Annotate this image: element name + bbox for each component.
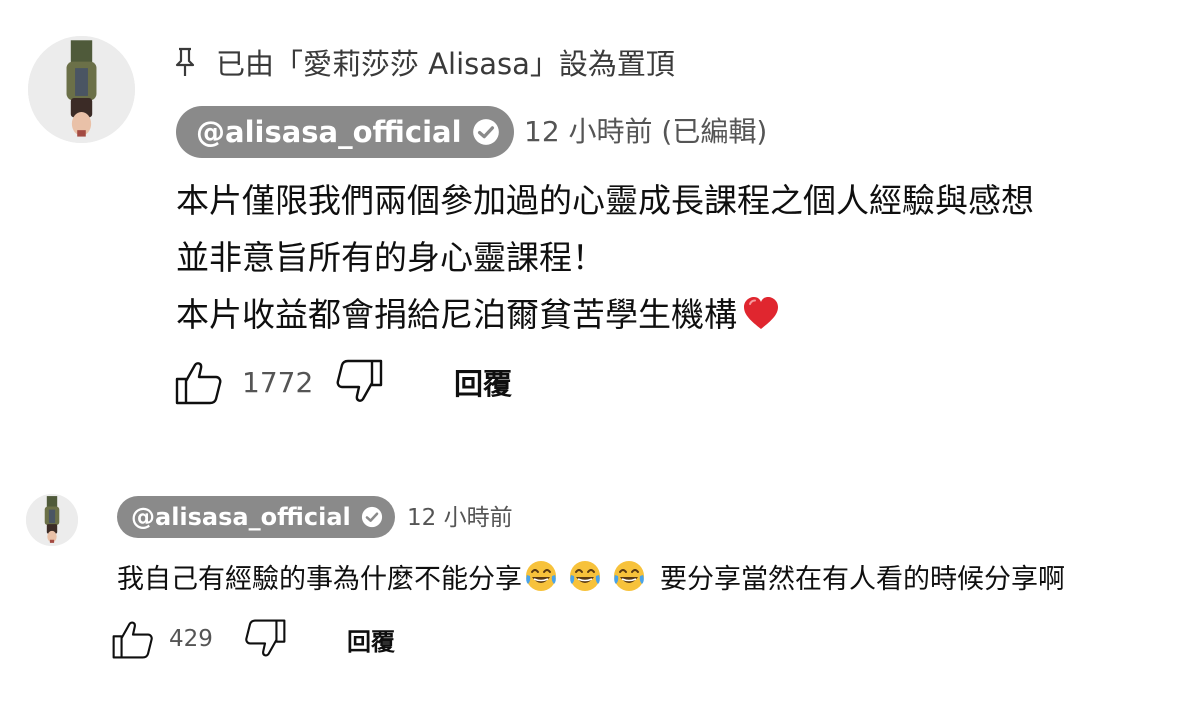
reply-button[interactable]: 回覆 xyxy=(454,361,512,403)
tears-of-joy-emoji xyxy=(570,561,600,591)
tears-of-joy-emoji xyxy=(526,561,556,591)
comment-line-with-emoji: 本片收益都會捐給尼泊爾貧苦學生機構 xyxy=(176,286,1034,343)
comment-line: 本片僅限我們兩個參加過的心靈成長課程之個人經驗與感想 xyxy=(176,181,1034,220)
like-count: 429 xyxy=(169,626,213,652)
comment-timestamp[interactable]: 12 小時前 (已編輯) xyxy=(524,110,767,154)
comment-line: 並非意旨所有的身心靈課程！ xyxy=(176,238,605,277)
comment-timestamp[interactable]: 12 小時前 xyxy=(407,498,513,538)
like-count: 1772 xyxy=(242,365,314,399)
comments-section: 已由「愛莉莎莎 Alisasa」設為置頂 @alisasa_official 1… xyxy=(0,0,1200,707)
author-name: @alisasa_official xyxy=(196,115,462,149)
thumb-down-icon[interactable] xyxy=(243,617,287,661)
avatar[interactable] xyxy=(26,494,78,546)
comment-text-after: 要分享當然在有人看的時候分享啊 xyxy=(660,563,1065,595)
comment-text: 本片僅限我們兩個參加過的心靈成長課程之個人經驗與感想 並非意旨所有的身心靈課程！… xyxy=(176,172,1034,343)
comment-actions: 429 回覆 xyxy=(111,615,395,663)
author-name: @alisasa_official xyxy=(131,503,351,531)
avatar-photo xyxy=(28,36,135,143)
comment-text-before: 我自己有經驗的事為什麼不能分享 xyxy=(117,563,522,595)
comment-line: 本片收益都會捐給尼泊爾貧苦學生機構 xyxy=(176,295,737,334)
thumb-up-icon[interactable] xyxy=(111,617,155,661)
avatar-photo xyxy=(26,494,78,546)
red-heart-emoji xyxy=(744,297,778,329)
verified-check-icon xyxy=(472,119,499,145)
pin-icon xyxy=(175,47,195,76)
author-chip[interactable]: @alisasa_official xyxy=(117,496,395,538)
avatar[interactable] xyxy=(28,36,135,143)
thumb-up-icon[interactable] xyxy=(174,357,224,407)
comment-text: 我自己有經驗的事為什麼不能分享 要分享當然在有人看的時候分享啊 xyxy=(117,551,1065,601)
pinned-notice: 已由「愛莉莎莎 Alisasa」設為置頂 xyxy=(174,40,675,84)
thumb-down-icon[interactable] xyxy=(334,357,384,407)
verified-check-icon xyxy=(361,506,382,528)
comment-actions: 1772 回覆 xyxy=(174,356,512,408)
pinned-text: 已由「愛莉莎莎 Alisasa」設為置頂 xyxy=(216,47,675,81)
reply-button[interactable]: 回覆 xyxy=(347,622,395,657)
tears-of-joy-emoji xyxy=(614,561,644,591)
author-chip[interactable]: @alisasa_official xyxy=(176,106,514,158)
